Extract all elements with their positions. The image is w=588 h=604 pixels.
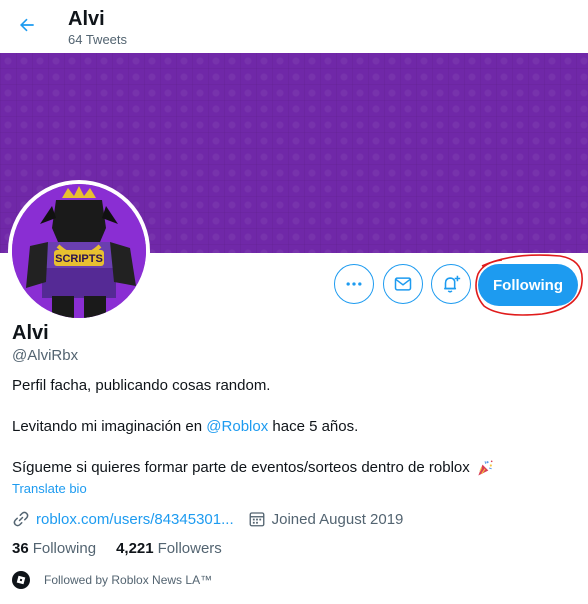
bio-text: Sígueme si quieres formar parte de event… <box>12 459 470 476</box>
envelope-icon <box>394 277 412 291</box>
bio-line-2: Levitando mi imaginación en @Roblox hace… <box>12 417 578 437</box>
tweet-count: 64 Tweets <box>68 32 128 47</box>
back-button[interactable] <box>10 8 44 42</box>
link-icon <box>13 511 29 527</box>
bell-plus-icon <box>444 275 461 293</box>
handle: @AlviRbx <box>12 347 79 364</box>
mention-link[interactable]: @Roblox <box>206 418 268 435</box>
header-name: Alvi <box>68 8 105 30</box>
top-bar: Alvi 64 Tweets <box>0 0 588 53</box>
follow-stats: 36 Following 4,221 Followers <box>12 540 242 557</box>
avatar[interactable]: SCRIPTS <box>8 180 150 322</box>
bio-line-1: Perfil facha, publicando cosas random. <box>12 377 271 394</box>
joined-item: Joined August 2019 <box>248 510 404 528</box>
following-button[interactable]: Following <box>478 264 578 306</box>
party-popper-icon <box>478 460 493 476</box>
notifications-button[interactable] <box>431 264 471 304</box>
arrow-left-icon <box>20 18 34 32</box>
following-count: 36 <box>12 540 29 557</box>
followers-count: 4,221 <box>116 540 154 557</box>
website-link[interactable]: roblox.com/users/84345301... <box>36 511 234 528</box>
more-dots-icon <box>346 282 362 286</box>
avatar-image: SCRIPTS <box>12 184 146 318</box>
website-item[interactable]: roblox.com/users/84345301... <box>12 510 234 528</box>
more-options-button[interactable] <box>334 264 374 304</box>
avatar-badge-text: SCRIPTS <box>55 253 103 265</box>
bio-line-3: Sígueme si quieres formar parte de event… <box>12 458 578 478</box>
calendar-icon <box>249 512 265 527</box>
following-label: Following <box>32 540 97 557</box>
followers-label: Followers <box>157 540 222 557</box>
profile-meta: roblox.com/users/84345301... Joined Augu… <box>12 508 417 530</box>
bio-text: Levitando mi imaginación en <box>12 418 207 435</box>
follower-avatar <box>12 571 30 589</box>
roblox-logo-icon <box>16 575 26 585</box>
message-button[interactable] <box>383 264 423 304</box>
followed-by-row[interactable]: Followed by Roblox News LA™ <box>12 571 212 589</box>
following-stat[interactable]: 36 Following <box>12 540 96 557</box>
bio-text: hace 5 años. <box>268 418 359 435</box>
joined-date: Joined August 2019 <box>271 510 404 528</box>
followers-stat[interactable]: 4,221 Followers <box>116 540 222 557</box>
followed-by-text: Followed by Roblox News LA™ <box>44 573 213 587</box>
translate-bio-link[interactable]: Translate bio <box>12 481 87 496</box>
display-name: Alvi <box>12 322 49 344</box>
